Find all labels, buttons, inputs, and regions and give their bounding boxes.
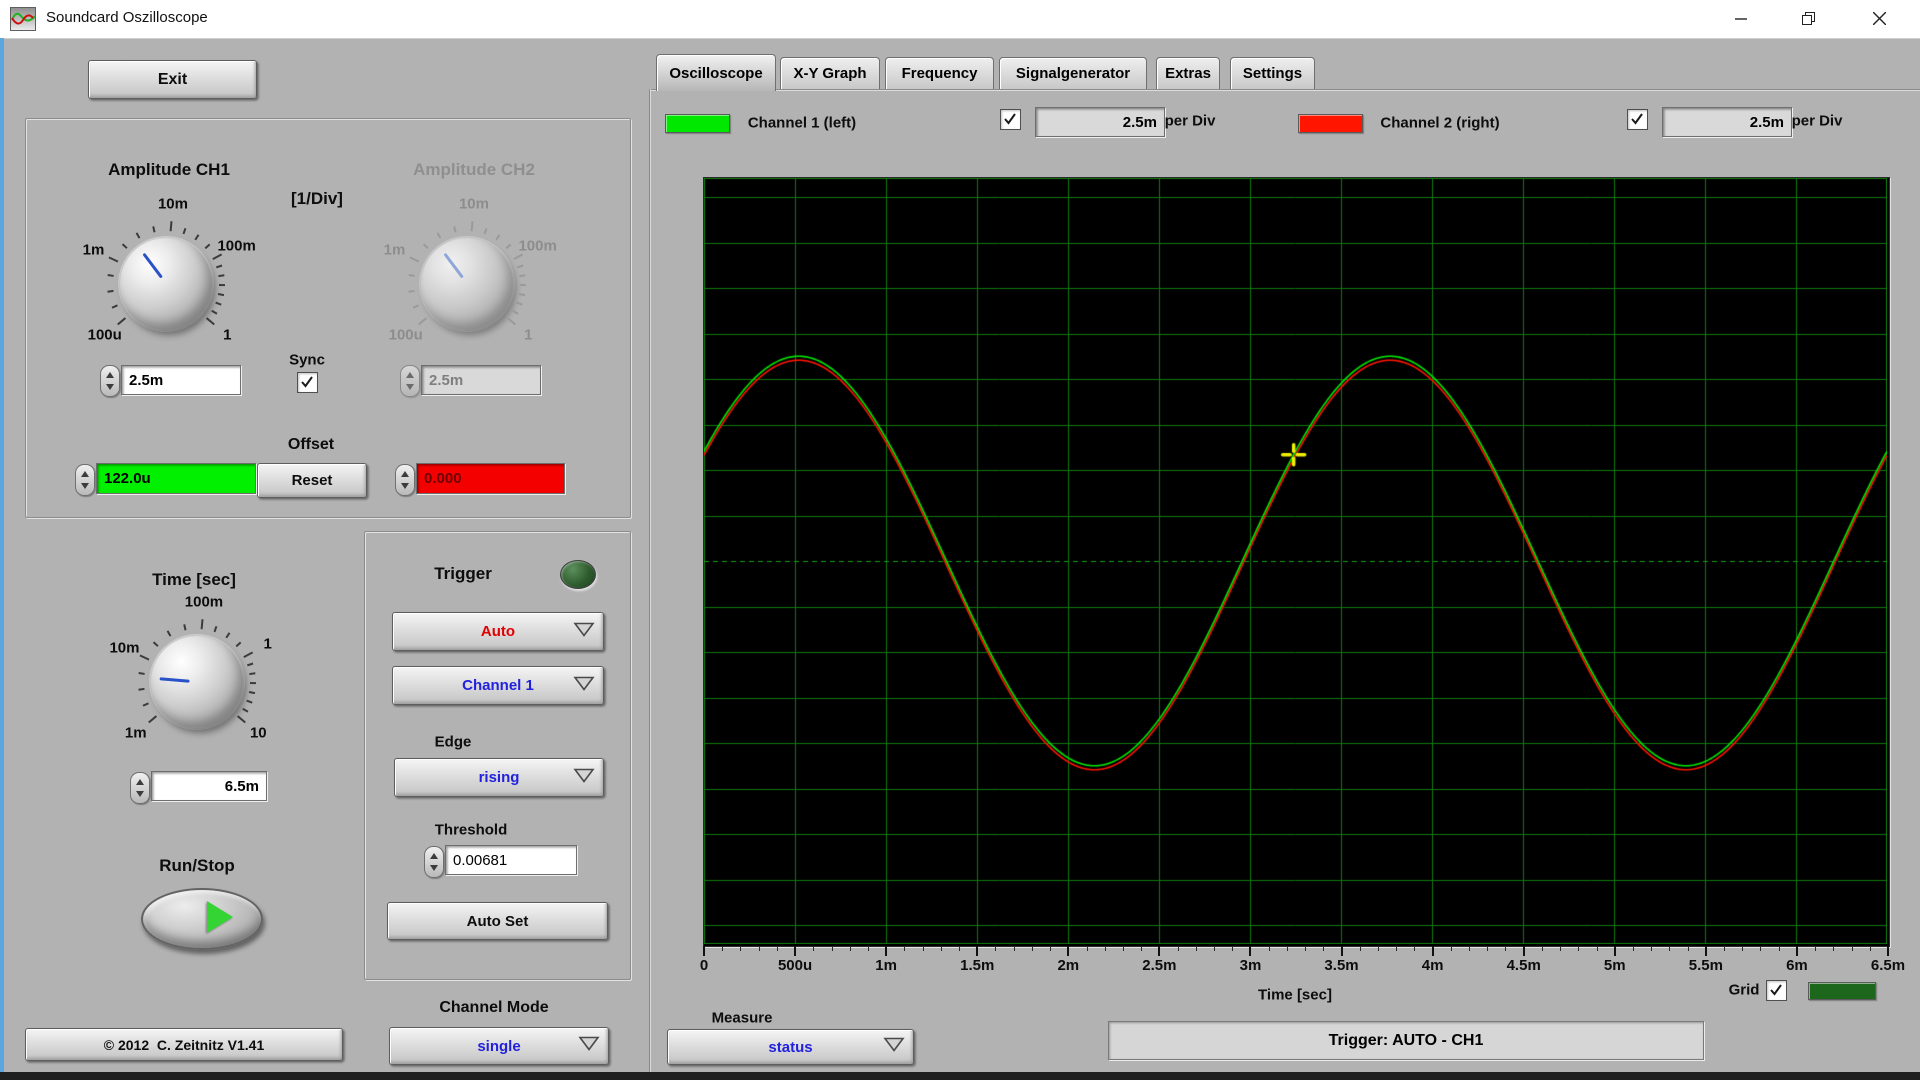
- tab-extras[interactable]: Extras: [1156, 57, 1220, 89]
- scope-display[interactable]: [703, 177, 1890, 947]
- sync-label: Sync: [289, 351, 325, 369]
- amplitude-ch1-field[interactable]: 2.5m: [121, 365, 241, 395]
- knob-ball[interactable]: [151, 636, 243, 728]
- offset-ch1-field[interactable]: 122.0u: [96, 463, 256, 494]
- app-window: Soundcard Oszilloscope Exit Amplitude CH…: [0, 0, 1920, 1080]
- tab-frequency[interactable]: Frequency: [885, 57, 994, 89]
- ch2-color-swatch: [1298, 114, 1363, 133]
- tab-page-border: [649, 89, 1920, 90]
- threshold-spinner[interactable]: [424, 846, 444, 878]
- threshold-field[interactable]: 0.00681: [445, 845, 577, 875]
- restore-button[interactable]: [1786, 0, 1832, 37]
- window-left-border: [0, 38, 4, 1080]
- run-stop-button[interactable]: [141, 888, 263, 950]
- panel-divider: [649, 89, 650, 1072]
- threshold-label: Threshold: [434, 821, 508, 839]
- waveform-canvas[interactable]: [704, 178, 1887, 944]
- tab-signalgenerator[interactable]: Signalgenerator: [999, 57, 1147, 89]
- ch1-color-swatch: [665, 114, 730, 133]
- trigger-source-dropdown[interactable]: Channel 1: [392, 666, 604, 705]
- app-icon: [10, 7, 36, 31]
- dropdown-arrow-icon: [572, 621, 596, 642]
- trigger-led: [560, 560, 596, 589]
- exit-button[interactable]: Exit: [88, 60, 257, 99]
- ch2-per-div-field[interactable]: 2.5m: [1662, 107, 1792, 137]
- knob-ball: [421, 238, 513, 330]
- dropdown-arrow-icon: [572, 767, 596, 788]
- time-spinner[interactable]: [130, 772, 150, 804]
- grid-color-swatch: [1808, 982, 1876, 1000]
- check-icon: [1004, 113, 1016, 125]
- tab-settings[interactable]: Settings: [1230, 57, 1315, 89]
- channel-mode-dropdown[interactable]: single: [389, 1027, 609, 1065]
- amplitude-ch1-spinner[interactable]: [100, 365, 120, 397]
- run-indicator-icon: [207, 901, 233, 933]
- minimize-button[interactable]: [1718, 0, 1764, 37]
- dropdown-arrow-icon: [577, 1036, 601, 1057]
- tab-oscilloscope[interactable]: Oscilloscope: [656, 54, 776, 91]
- grid-checkbox[interactable]: [1766, 980, 1787, 1001]
- ch1-per-div-field[interactable]: 2.5m: [1035, 107, 1165, 137]
- offset-label: Offset: [287, 436, 335, 453]
- check-icon: [1631, 113, 1643, 125]
- measure-dropdown[interactable]: status: [667, 1029, 914, 1065]
- amplitude-ch1-label: Amplitude CH1: [108, 160, 230, 179]
- x-axis-title: Time [sec]: [1258, 986, 1332, 1004]
- ch1-per-div-label: per Div: [1164, 112, 1216, 130]
- copyright-button[interactable]: © 2012 C. Zeitnitz V1.41: [25, 1028, 343, 1061]
- grid-label: Grid: [1728, 981, 1760, 999]
- ch2-enable-checkbox[interactable]: [1627, 109, 1648, 130]
- amplitude-ch2-knob: 100u 1m 10m 100m 1: [383, 195, 557, 344]
- check-icon: [1770, 984, 1782, 996]
- ch2-per-div-label: per Div: [1791, 112, 1843, 130]
- amplitude-unit-label: [1/Div]: [291, 189, 343, 208]
- close-button[interactable]: [1856, 0, 1902, 37]
- knob-ball[interactable]: [120, 238, 212, 330]
- dropdown-arrow-icon: [882, 1037, 906, 1058]
- offset-reset-button[interactable]: Reset: [257, 463, 367, 498]
- run-stop-label: Run/Stop: [159, 856, 235, 875]
- dropdown-arrow-icon: [572, 675, 596, 696]
- channel-mode-label: Channel Mode: [439, 999, 549, 1016]
- ch1-label: Channel 1 (left): [747, 114, 857, 132]
- time-knob[interactable]: 1m 10m 100m 1 10: [102, 587, 292, 777]
- window-bottom-border: [0, 1072, 1920, 1080]
- amplitude-ch2-spinner: [400, 365, 420, 397]
- check-icon: [301, 376, 313, 388]
- trigger-edge-dropdown[interactable]: rising: [394, 758, 604, 797]
- ch1-enable-checkbox[interactable]: [1000, 109, 1021, 130]
- tab-xy-graph[interactable]: X-Y Graph: [780, 57, 880, 89]
- amplitude-ch2-field: 2.5m: [421, 365, 541, 395]
- trigger-title: Trigger: [434, 564, 492, 583]
- offset-ch1-spinner[interactable]: [75, 464, 95, 496]
- trigger-mode-dropdown[interactable]: Auto: [392, 612, 604, 651]
- x-axis: 0 500u 1m 1.5m 2m 2.5m 3m 3.5m 4m 4.5m 5m 5.5m 6m 6.5…: [700, 946, 1905, 978]
- trigger-status-bar: Trigger: AUTO - CH1: [1108, 1021, 1704, 1060]
- sync-checkbox[interactable]: [297, 372, 318, 393]
- time-field[interactable]: 6.5m: [151, 771, 267, 801]
- offset-ch2-spinner[interactable]: [395, 464, 415, 496]
- amplitude-ch2-label: Amplitude CH2: [413, 160, 535, 179]
- amplitude-ch1-knob[interactable]: 100u 1m 10m 100m 1: [71, 189, 261, 379]
- edge-label: Edge: [434, 733, 472, 751]
- measure-label: Measure: [711, 1009, 773, 1027]
- window-title: Soundcard Oszilloscope: [46, 9, 208, 26]
- title-bar: Soundcard Oszilloscope: [0, 0, 1920, 39]
- auto-set-button[interactable]: Auto Set: [387, 902, 608, 940]
- offset-ch2-field[interactable]: 0.000: [416, 463, 565, 494]
- ch2-label: Channel 2 (right): [1380, 114, 1500, 132]
